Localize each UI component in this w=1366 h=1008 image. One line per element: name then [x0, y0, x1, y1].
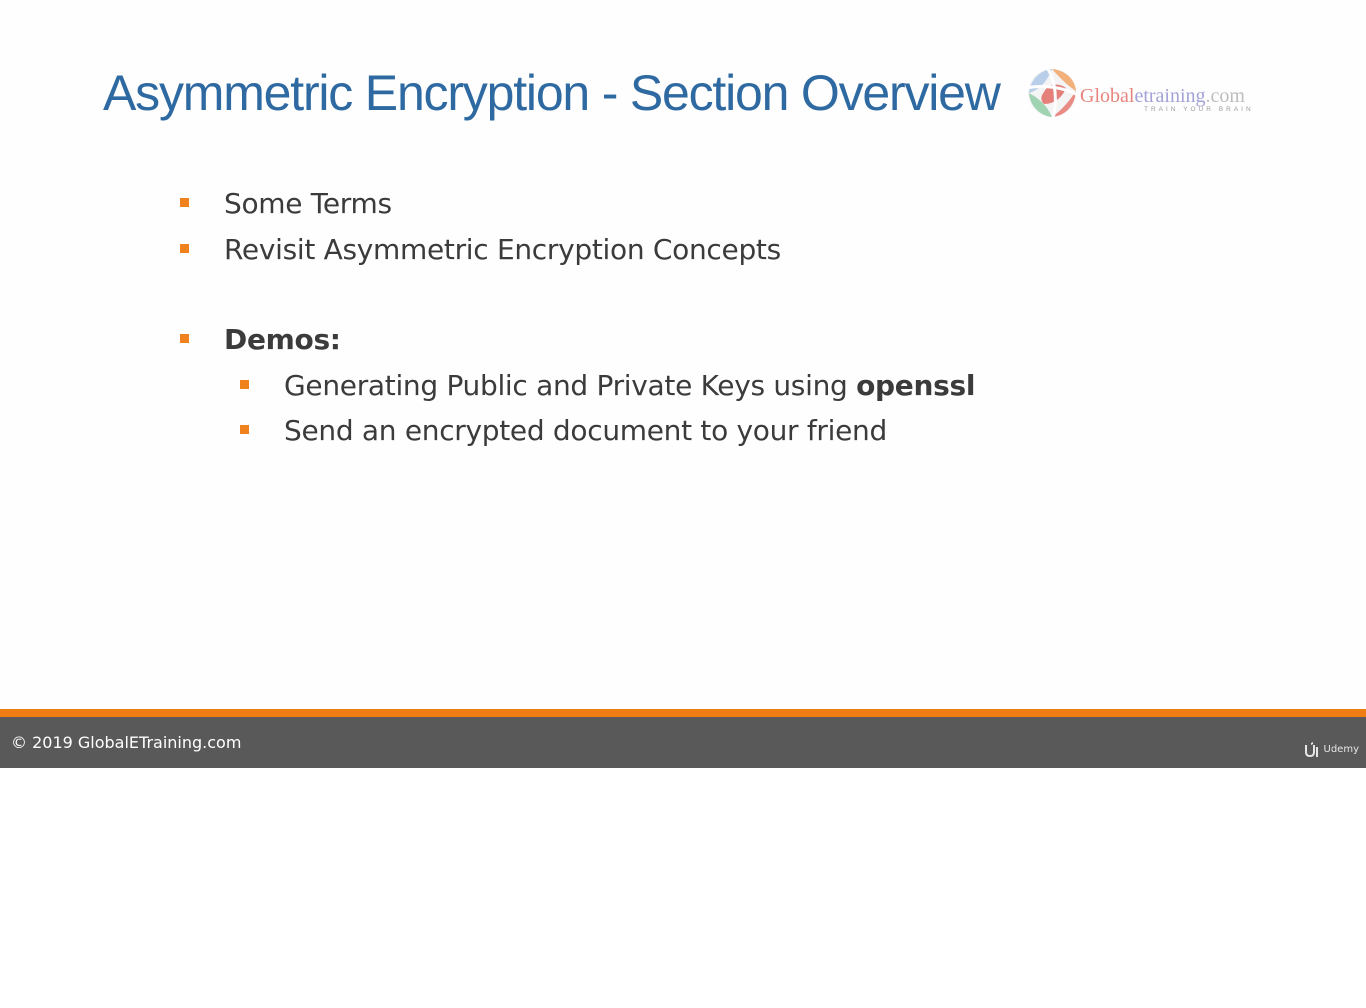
bullet-square-icon [180, 334, 189, 343]
bullet-item-some-terms: Some Terms [180, 183, 392, 223]
bullet-square-icon [180, 198, 189, 207]
bullet-text: Send an encrypted document to your frien… [284, 413, 887, 447]
bullet-item-demos: Demos: [180, 319, 341, 359]
footer-copyright: © 2019 GlobalETraining.com [11, 733, 242, 752]
sub-bullet-item-generating-keys: Generating Public and Private Keys using… [240, 365, 976, 405]
bullet-square-icon [240, 425, 249, 434]
bullet-list: Some Terms Revisit Asymmetric Encryption… [0, 0, 1366, 768]
sub-bullet-item-send-document: Send an encrypted document to your frien… [240, 410, 887, 450]
bullet-item-revisit-concepts: Revisit Asymmetric Encryption Concepts [180, 229, 781, 269]
udemy-label: Udemy [1323, 744, 1359, 755]
bullet-text: Some Terms [224, 186, 392, 220]
bullet-square-icon [180, 244, 189, 253]
bullet-text: Generating Public and Private Keys using [284, 368, 857, 402]
bullet-text: Demos: [224, 322, 341, 356]
udemy-icon [1304, 742, 1318, 757]
slide: Asymmetric Encryption - Section Overview… [0, 0, 1366, 768]
footer-accent-stripe [0, 709, 1366, 717]
page: Asymmetric Encryption - Section Overview… [0, 0, 1366, 1008]
bullet-bold-text: openssl [856, 368, 976, 402]
bullet-square-icon [240, 380, 249, 389]
bullet-text: Revisit Asymmetric Encryption Concepts [224, 232, 781, 266]
udemy-watermark: Udemy [1303, 742, 1359, 758]
slide-footer: © 2019 GlobalETraining.com Udemy [0, 717, 1366, 768]
